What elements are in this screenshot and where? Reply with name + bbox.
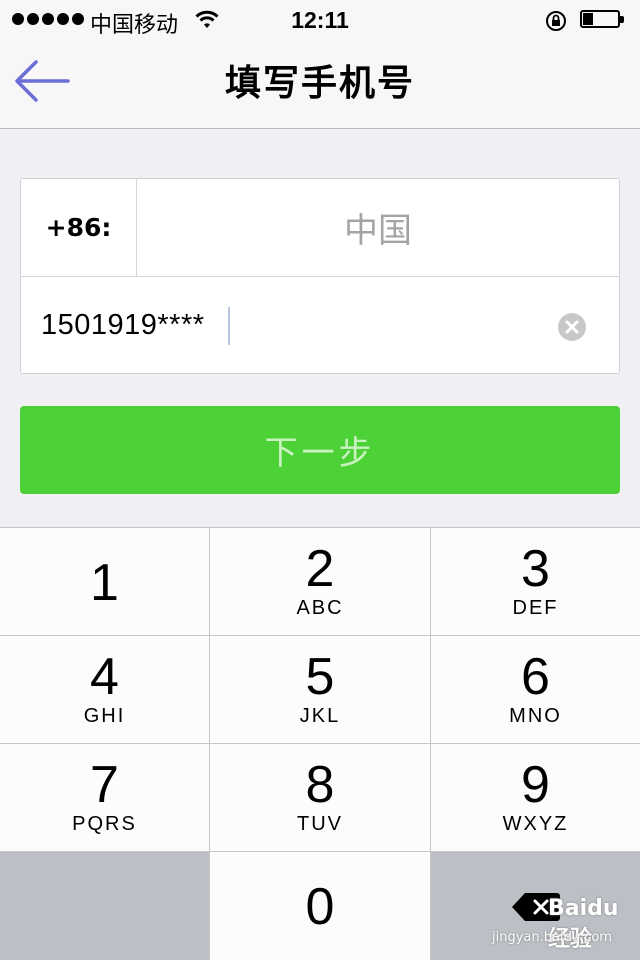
country-name[interactable]: 中国 [137, 179, 619, 276]
key-digit: 1 [90, 554, 119, 612]
country-selector-row[interactable]: +86: 中国 [21, 179, 619, 277]
key-letters: GHI [83, 705, 126, 727]
key-1[interactable]: 1 [0, 528, 209, 635]
key-digit: 0 [305, 878, 335, 936]
key-letters: WXYZ [502, 813, 569, 835]
key-letters: TUV [297, 813, 343, 835]
key-4[interactable]: 4 GHI [0, 636, 209, 743]
key-9[interactable]: 9 WXYZ [431, 744, 640, 851]
key-0[interactable]: 0 [210, 852, 430, 960]
key-letters: DEF [512, 597, 559, 619]
backspace-icon [512, 893, 560, 921]
key-digit: 8 [305, 756, 335, 814]
clear-input-button[interactable] [558, 313, 586, 341]
key-digit: 2 [305, 540, 335, 598]
key-letters: ABC [296, 597, 344, 619]
key-8[interactable]: 8 TUV [210, 744, 430, 851]
status-bar: 中国移动 12:11 [0, 0, 640, 40]
key-letters: PQRS [72, 813, 137, 835]
key-7[interactable]: 7 PQRS [0, 744, 209, 851]
key-2[interactable]: 2 ABC [210, 528, 430, 635]
key-3[interactable]: 3 DEF [431, 528, 640, 635]
key-5[interactable]: 5 JKL [210, 636, 430, 743]
back-button[interactable] [10, 56, 80, 112]
page-title: 填写手机号 [224, 63, 415, 104]
text-cursor [228, 307, 230, 345]
navigation-bar: 填写手机号 [0, 40, 640, 129]
back-arrow-icon [15, 60, 70, 102]
key-blank [0, 852, 209, 960]
key-letters: MNO [509, 705, 562, 727]
key-6[interactable]: 6 MNO [431, 636, 640, 743]
key-digit: 6 [521, 648, 550, 706]
phone-form: +86: 中国 1501919**** [20, 178, 620, 374]
key-letters: JKL [299, 705, 341, 727]
phone-input-row[interactable]: 1501919**** [21, 277, 619, 373]
key-digit: 7 [90, 756, 119, 814]
phone-number-input[interactable]: 1501919**** [41, 277, 205, 373]
key-digit: 4 [90, 648, 119, 706]
key-digit: 3 [521, 540, 550, 598]
key-digit: 5 [305, 648, 335, 706]
next-step-button[interactable]: 下一步 [20, 406, 620, 494]
battery-icon [580, 10, 624, 30]
rotation-lock-icon [546, 11, 566, 31]
country-code[interactable]: +86: [21, 179, 137, 276]
key-digit: 9 [521, 756, 550, 814]
clear-x-icon [565, 320, 579, 334]
